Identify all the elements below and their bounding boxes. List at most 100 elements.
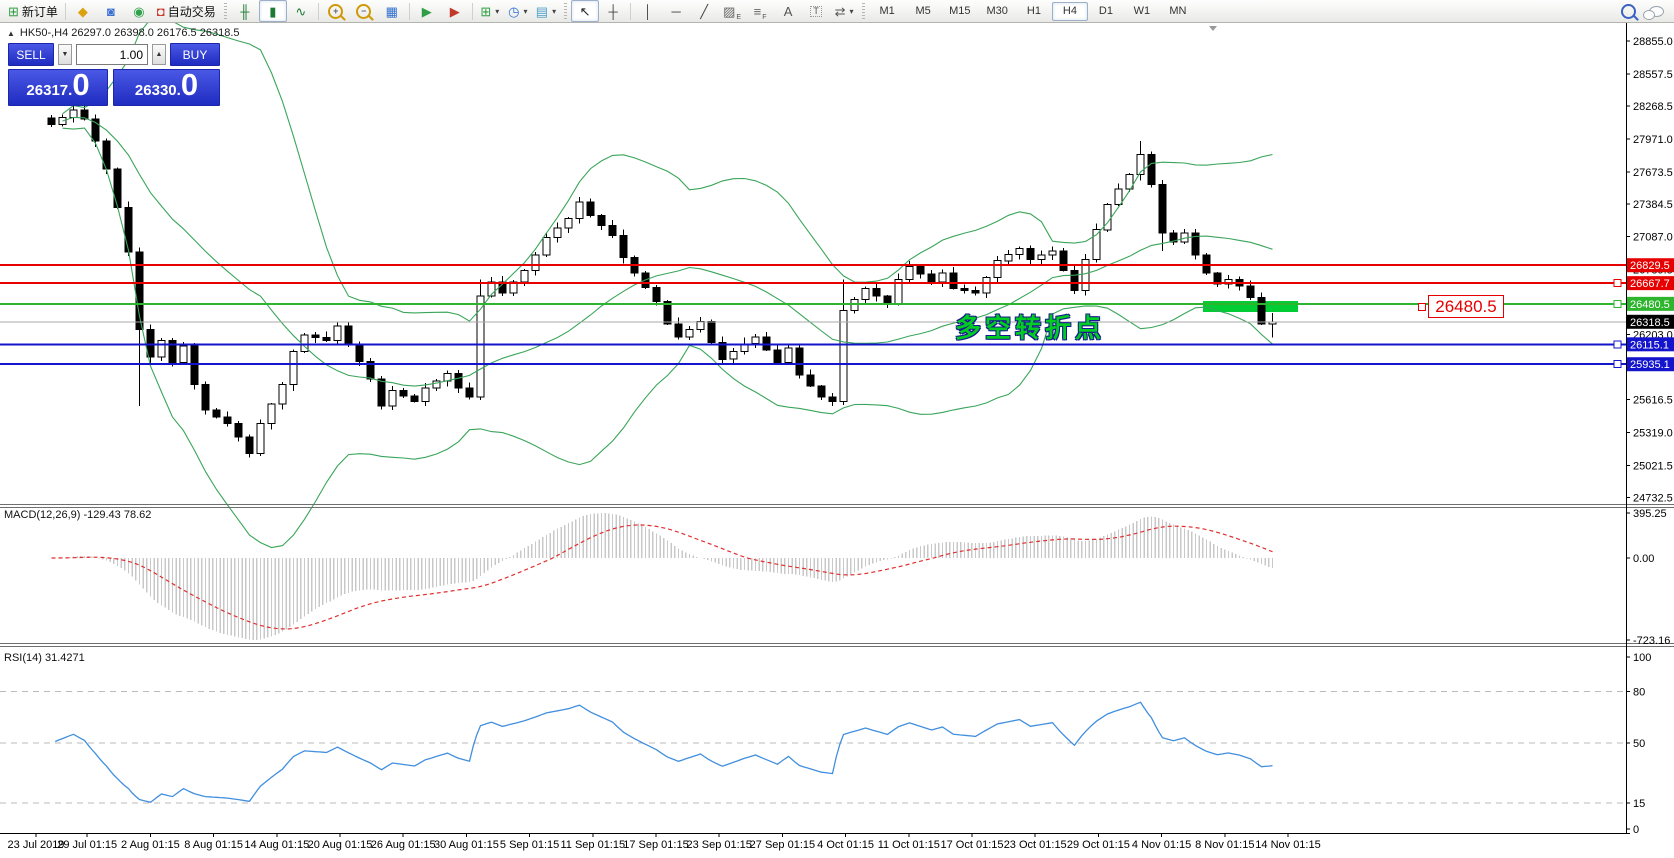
quotes-gold-button[interactable]: ◆ [69, 0, 97, 22]
chat-button[interactable] [1642, 0, 1670, 22]
signals-icon: ◉ [133, 3, 145, 19]
buy-price-frac: 0 [180, 67, 199, 102]
timeframe-h4-button[interactable]: H4 [1051, 1, 1088, 21]
chart-shift-button[interactable]: ▶ [441, 0, 469, 22]
indicators-button[interactable]: ⊞ ▾ [476, 0, 504, 22]
new-order-icon: ⊞ [8, 3, 19, 19]
time-axis-label: 11 Oct 01:15 [878, 839, 940, 851]
text-label-button[interactable]: T [802, 0, 830, 22]
text-button[interactable]: A [774, 0, 802, 22]
price-axis-tick-label: 27384.5 [1633, 199, 1673, 211]
price-callout-label[interactable]: 26480.5 [1418, 295, 1504, 318]
equidistant-channel-icon: ▨ [723, 3, 736, 19]
current-price-label-text: 26318.5 [1630, 317, 1670, 329]
periods-button[interactable]: ◷ ▾ [504, 0, 532, 22]
collapse-trade-panel-icon[interactable]: ▲ [7, 29, 15, 38]
accounts-button[interactable]: ◙ [97, 0, 125, 22]
time-axis-label: 5 Sep 01:15 [500, 839, 559, 851]
time-axis-label: 14 Aug 01:15 [244, 839, 309, 851]
fibonacci-retracement-button[interactable]: ≡ F [746, 0, 774, 22]
chat-bubbles-icon [1642, 5, 1664, 20]
rsi-line [54, 701, 1273, 804]
candlestick-chart-button[interactable]: ▮ [258, 0, 287, 22]
bar-chart-button[interactable]: ╫ [231, 0, 259, 22]
hline-price-label-text: 26115.1 [1630, 339, 1669, 351]
timeframe-h1-button[interactable]: H1 [1016, 2, 1052, 21]
macd-histogram [54, 513, 1274, 640]
line-chart-button[interactable]: ∿ [287, 0, 315, 22]
volume-input[interactable] [76, 44, 148, 65]
macd-axis-tick-label: 395.25 [1633, 508, 1667, 520]
search-button[interactable] [1614, 0, 1642, 22]
timeframe-m5-button[interactable]: M5 [905, 2, 941, 21]
cursor-icon: ↖ [579, 3, 591, 19]
auto-trading-icon: ◘ [156, 3, 165, 19]
time-axis-label: 14 Nov 01:15 [1255, 839, 1320, 851]
chart-canvas[interactable]: 28855.0 28557.5 28268.5 27971.0 27673.5 27384… [0, 23, 1674, 858]
timeframe-mn-button[interactable]: MN [1160, 2, 1196, 21]
price-axis-tick-label: 27673.5 [1633, 167, 1673, 179]
bollinger-upper-band [62, 23, 1273, 322]
rsi-axis-tick-label: 0 [1633, 824, 1639, 836]
new-order-button[interactable]: ⊞ 新订单 [4, 0, 62, 22]
price-axis-tick-label: 28855.0 [1633, 36, 1673, 48]
buy-price-display[interactable]: 26330. 0 [113, 69, 220, 106]
rsi-axis-tick-label: 80 [1633, 686, 1645, 698]
rsi-indicator-label: RSI(14) 31.4271 [4, 652, 85, 664]
equidistant-channel-button[interactable]: ▨ E [718, 0, 746, 22]
timeframe-m30-button[interactable]: M30 [979, 2, 1016, 21]
vertical-line-button[interactable]: │ [634, 0, 662, 22]
hline-handle[interactable] [1613, 299, 1622, 308]
zoom-out-button-icon: − [356, 3, 372, 19]
hline-handle[interactable] [1613, 340, 1622, 349]
text-icon: A [783, 3, 793, 19]
sell-price-display[interactable]: 26317. 0 [8, 69, 108, 106]
hline-price-label-text: 26667.7 [1630, 278, 1670, 290]
crosshair-icon: ┼ [608, 3, 618, 19]
time-axis-label: 2 Aug 01:15 [121, 839, 180, 851]
signals-button[interactable]: ◉ [125, 0, 153, 22]
auto-scroll-button[interactable]: ▶ [413, 0, 441, 22]
time-axis-label: 4 Nov 01:15 [1132, 839, 1191, 851]
price-axis-tick-label: 25021.5 [1633, 460, 1673, 472]
sell-button[interactable]: SELL [8, 43, 54, 66]
timeframe-m15-button[interactable]: M15 [941, 2, 978, 21]
hline-handle[interactable] [1613, 279, 1622, 288]
crosshair-button[interactable]: ┼ [599, 0, 627, 22]
arrows-button[interactable]: ⇄ ▾ [830, 0, 858, 22]
price-axis-tick-label: 27971.0 [1633, 134, 1673, 146]
timeframe-m1-button[interactable]: M1 [869, 2, 905, 21]
toolbar: ⊞ 新订单 ◆ ◙ ◉ ◘ 自动交易 ╫ ▮ ∿ + − ▦ ▶ ▶ ⊞ ▾ ◷ ▾ ▤ ▾ ↖ ┼ │ ─ ╱ ▨ E ≡ F A T ⇄ ▾ M… [0, 0, 1674, 23]
auto-trading-button[interactable]: ◘ 自动交易 [153, 0, 220, 22]
price-axis-tick-label: 24732.5 [1633, 492, 1673, 504]
chart-shift-marker[interactable] [1209, 26, 1217, 31]
vertical-line-icon: │ [644, 3, 653, 19]
chart-shift-icon: ▶ [449, 3, 460, 19]
cursor-button[interactable]: ↖ [571, 0, 600, 22]
time-axis-label: 17 Sep 01:15 [623, 839, 688, 851]
time-axis-label: 8 Nov 01:15 [1195, 839, 1254, 851]
hline-handle[interactable] [1613, 360, 1622, 369]
price-axis-tick-label: 28557.5 [1633, 69, 1673, 81]
buy-button[interactable]: BUY [170, 43, 220, 66]
tile-windows-button[interactable]: ▦ [378, 0, 406, 22]
time-axis-label: 26 Aug 01:15 [371, 839, 436, 851]
trendline-button[interactable]: ╱ [690, 0, 718, 22]
turning-point-annotation[interactable]: 多空转折点 [955, 308, 1105, 345]
zoom-in-button-icon: + [328, 3, 344, 19]
volume-decrease-button[interactable]: ▼ [58, 44, 72, 65]
time-axis-label: 29 Jul 01:15 [57, 839, 117, 851]
horizontal-line-button[interactable]: ─ [662, 0, 690, 22]
toolbar-sep [471, 2, 473, 20]
zoom-in-button[interactable]: + [322, 0, 350, 22]
hline-price-label-text: 26829.5 [1630, 260, 1670, 272]
price-axis-tick-label: 25616.5 [1633, 395, 1673, 407]
timeframe-w1-button[interactable]: W1 [1124, 2, 1160, 21]
zoom-out-button[interactable]: − [350, 0, 378, 22]
timeframe-d1-button[interactable]: D1 [1088, 2, 1124, 21]
time-axis-label: 23 Oct 01:15 [1004, 839, 1067, 851]
volume-increase-button[interactable]: ▲ [152, 44, 166, 65]
text-label-icon: T [810, 5, 822, 17]
templates-button[interactable]: ▤ ▾ [532, 0, 560, 22]
rsi-axis-tick-label: 15 [1633, 798, 1645, 810]
